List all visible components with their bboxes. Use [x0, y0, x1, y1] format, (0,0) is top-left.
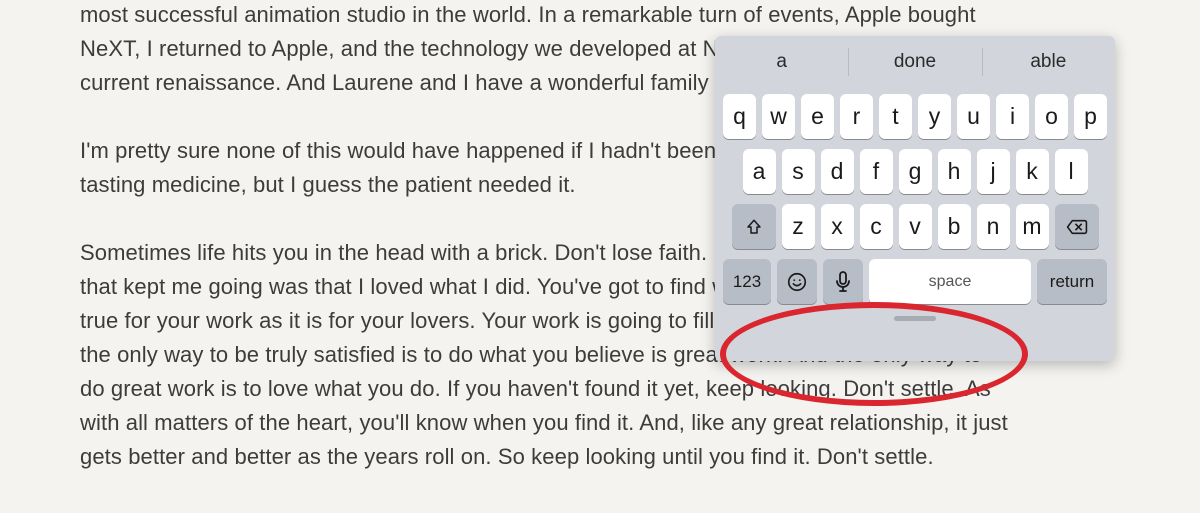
microphone-icon: [835, 271, 851, 293]
key-l[interactable]: l: [1055, 149, 1088, 194]
key-s[interactable]: s: [782, 149, 815, 194]
key-v[interactable]: v: [899, 204, 932, 249]
key-a[interactable]: a: [743, 149, 776, 194]
key-h[interactable]: h: [938, 149, 971, 194]
key-g[interactable]: g: [899, 149, 932, 194]
key-i2[interactable]: j: [977, 149, 1010, 194]
floating-keyboard[interactable]: a done able q w e r t y u i o p a s d f …: [715, 36, 1115, 361]
key-p[interactable]: p: [1074, 94, 1107, 139]
key-w[interactable]: w: [762, 94, 795, 139]
shift-icon: [745, 218, 763, 236]
key-f[interactable]: f: [860, 149, 893, 194]
key-row-2: a s d f g h j k l: [723, 149, 1107, 194]
key-rows: q w e r t y u i o p a s d f g h j k l: [715, 88, 1115, 312]
key-e[interactable]: e: [801, 94, 834, 139]
backspace-key[interactable]: [1055, 204, 1099, 249]
key-u[interactable]: u: [957, 94, 990, 139]
suggestion-2[interactable]: done: [848, 36, 981, 88]
suggestion-3[interactable]: able: [982, 36, 1115, 88]
key-row-1: q w e r t y u i o p: [723, 94, 1107, 139]
key-i[interactable]: i: [996, 94, 1029, 139]
key-row-3: z x c v b n m: [723, 204, 1107, 249]
numbers-key[interactable]: 123: [723, 259, 771, 304]
suggestion-bar: a done able: [715, 36, 1115, 88]
return-key[interactable]: return: [1037, 259, 1107, 304]
key-y[interactable]: y: [918, 94, 951, 139]
key-x[interactable]: x: [821, 204, 854, 249]
key-row-4: 123: [723, 259, 1107, 304]
key-r[interactable]: r: [840, 94, 873, 139]
key-c[interactable]: c: [860, 204, 893, 249]
key-t[interactable]: t: [879, 94, 912, 139]
backspace-icon: [1066, 219, 1088, 235]
key-m[interactable]: m: [1016, 204, 1049, 249]
key-n[interactable]: n: [977, 204, 1010, 249]
key-b[interactable]: b: [938, 204, 971, 249]
shift-key[interactable]: [732, 204, 776, 249]
emoji-key[interactable]: [777, 259, 817, 304]
suggestion-1[interactable]: a: [715, 36, 848, 88]
dictation-key[interactable]: [823, 259, 863, 304]
space-key[interactable]: space: [869, 259, 1031, 304]
key-k[interactable]: k: [1016, 149, 1049, 194]
key-z[interactable]: z: [782, 204, 815, 249]
emoji-icon: [786, 271, 808, 293]
key-o[interactable]: o: [1035, 94, 1068, 139]
key-d[interactable]: d: [821, 149, 854, 194]
key-q[interactable]: q: [723, 94, 756, 139]
keyboard-drag-handle[interactable]: [894, 316, 936, 321]
